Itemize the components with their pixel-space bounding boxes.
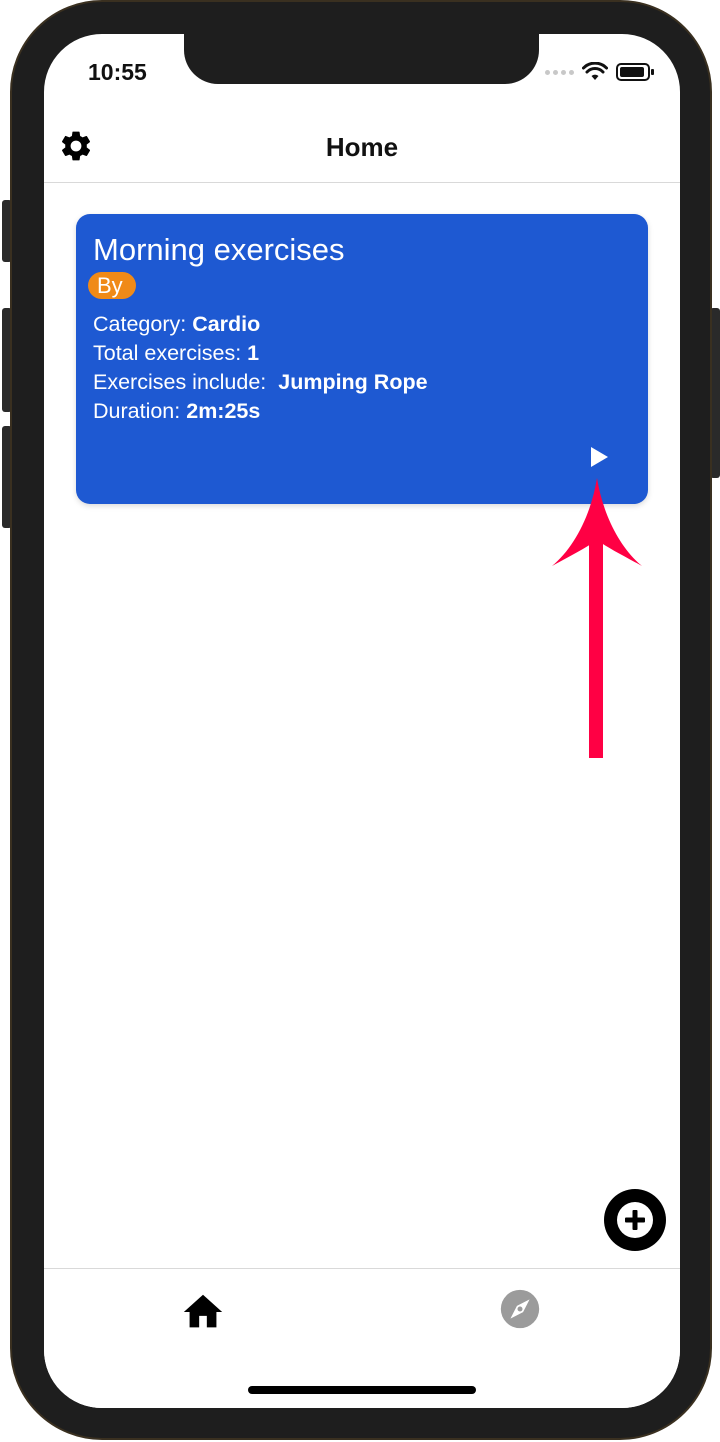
exercises-include-value: Jumping Rope: [278, 370, 428, 394]
category-value: Cardio: [192, 312, 261, 336]
status-time: 10:55: [88, 59, 147, 85]
notch: [184, 34, 539, 84]
total-exercises-label: Total exercises:: [93, 341, 242, 365]
plus-icon: [617, 1202, 653, 1238]
duration-row: Duration: 2m:25s: [93, 397, 428, 426]
workout-details: Category: Cardio Total exercises: 1 Exer…: [93, 310, 428, 426]
total-exercises-row: Total exercises: 1: [93, 339, 428, 368]
category-label: Category:: [93, 312, 187, 336]
signal-icon: [545, 69, 574, 75]
battery-icon: [616, 63, 654, 81]
phone-screen: 10:55 Home Morning exercises By Category…: [44, 34, 680, 1408]
compass-icon[interactable]: [497, 1286, 543, 1332]
author-badge: By: [88, 272, 136, 299]
exercises-include-row: Exercises include: Jumping Rope: [93, 368, 428, 397]
page-title: Home: [325, 132, 399, 162]
navigation-bar: Home: [44, 118, 680, 183]
total-exercises-value: 1: [247, 341, 260, 365]
duration-value: 2m:25s: [186, 399, 261, 423]
wifi-icon: [582, 62, 608, 80]
home-indicator: [248, 1386, 476, 1394]
status-icons: [545, 62, 656, 82]
duration-label: Duration:: [93, 399, 181, 423]
workout-title: Morning exercises: [93, 232, 345, 267]
exercises-include-label: Exercises include:: [93, 370, 267, 394]
workout-card[interactable]: Morning exercises By Category: Cardio To…: [76, 214, 648, 504]
home-icon[interactable]: [180, 1289, 226, 1335]
category-row: Category: Cardio: [93, 310, 428, 339]
play-icon[interactable]: [586, 444, 612, 470]
add-workout-button[interactable]: [604, 1189, 666, 1251]
